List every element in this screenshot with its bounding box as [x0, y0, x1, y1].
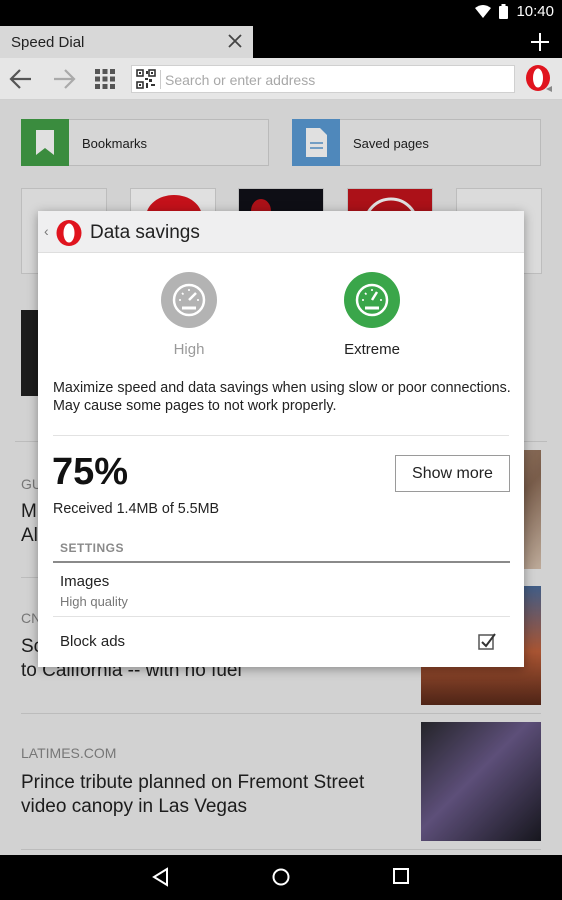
recents-square-icon[interactable] — [392, 867, 410, 885]
speedometer-icon — [161, 272, 217, 328]
tab-title: Speed Dial — [11, 34, 85, 51]
opera-logo-icon — [56, 220, 82, 246]
arrow-right-icon[interactable] — [52, 68, 76, 90]
show-more-button[interactable]: Show more — [395, 455, 510, 492]
address-bar[interactable] — [131, 65, 515, 93]
setting-block-ads[interactable]: Block ads — [53, 617, 510, 667]
mode-description: Maximize speed and data savings when usi… — [53, 380, 511, 414]
opera-logo-icon[interactable] — [524, 63, 554, 93]
mode-extreme[interactable]: Extreme — [312, 272, 432, 358]
browser-toolbar — [0, 58, 562, 100]
battery-icon — [499, 4, 509, 19]
setting-images[interactable]: Images High quality — [53, 563, 510, 617]
plus-icon[interactable] — [530, 32, 550, 52]
search-input[interactable] — [165, 69, 505, 90]
system-nav-bar — [0, 855, 562, 900]
grid-icon[interactable] — [95, 69, 115, 89]
tab-bar: Speed Dial — [0, 26, 562, 58]
settings-header: SETTINGS — [60, 541, 125, 555]
home-circle-icon[interactable] — [271, 867, 291, 887]
arrow-left-icon[interactable] — [9, 68, 33, 90]
status-bar: 10:40 — [0, 0, 562, 26]
wifi-icon — [475, 4, 492, 18]
address-divider — [160, 70, 161, 89]
divider — [53, 435, 509, 436]
back-triangle-icon[interactable] — [151, 867, 171, 887]
dialog-header: ‹ Data savings — [38, 211, 524, 253]
mode-label: High — [173, 341, 205, 358]
setting-title: Block ads — [60, 633, 126, 650]
received-text: Received 1.4MB of 5.5MB — [53, 501, 220, 517]
setting-subtitle: High quality — [60, 594, 128, 609]
tab-speed-dial[interactable]: Speed Dial — [0, 26, 253, 58]
data-savings-dialog: ‹ Data savings High Extreme Maximize spe… — [38, 211, 524, 667]
dialog-title: Data savings — [90, 222, 200, 243]
chevron-left-icon[interactable]: ‹ — [44, 223, 49, 239]
savings-percent: 75% — [52, 451, 129, 493]
close-icon[interactable] — [227, 33, 243, 49]
speedometer-icon — [344, 272, 400, 328]
qr-code-icon[interactable] — [136, 69, 156, 89]
setting-title: Images — [60, 573, 110, 590]
clock: 10:40 — [516, 3, 554, 20]
mode-label: Extreme — [344, 341, 400, 358]
mode-high[interactable]: High — [129, 272, 249, 358]
checkbox-checked-icon[interactable] — [478, 632, 496, 650]
